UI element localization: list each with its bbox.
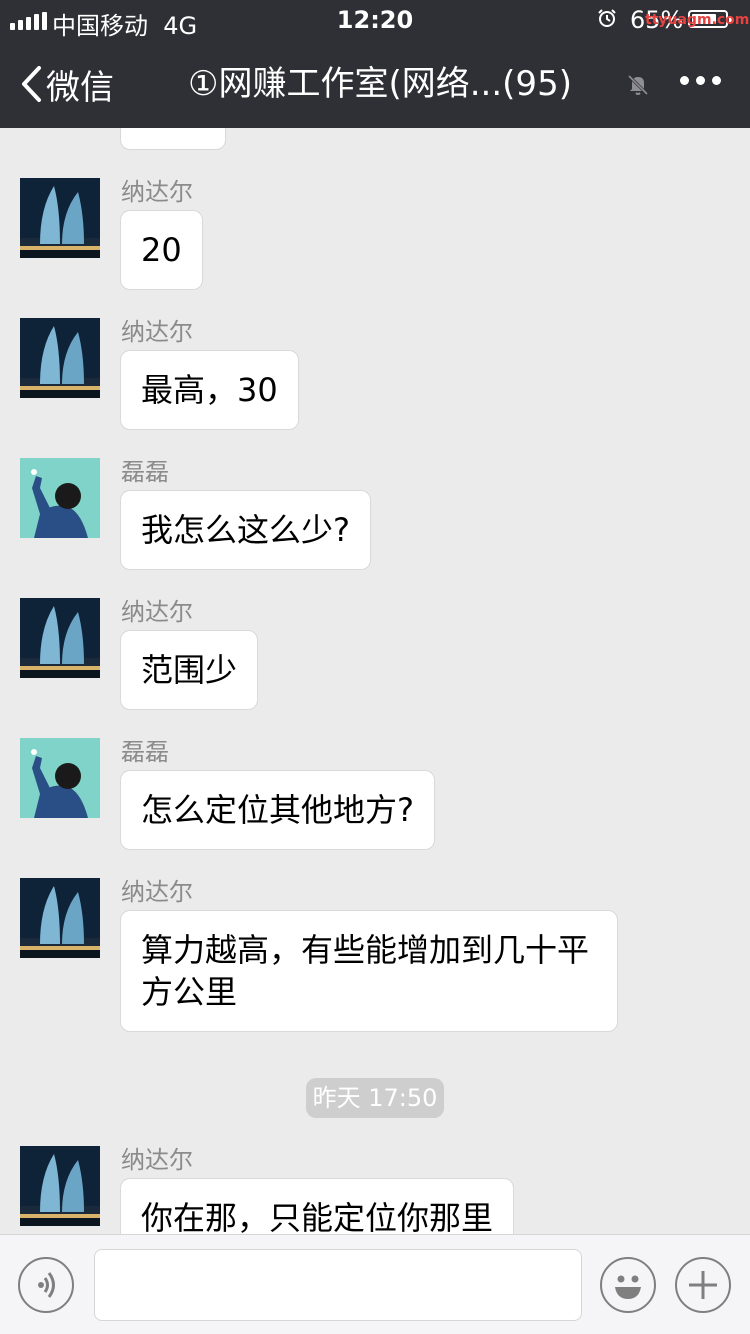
sender-name: 纳达尔 xyxy=(121,878,193,906)
watermark: ttyuagm.com xyxy=(645,12,750,28)
alarm-icon xyxy=(598,9,616,27)
sender-name: 纳达尔 xyxy=(121,318,193,346)
building-avatar[interactable] xyxy=(20,318,100,398)
message-bubble-partial xyxy=(120,128,226,150)
voice-icon xyxy=(38,1272,55,1298)
message-bubble[interactable]: 最高，30 xyxy=(120,350,299,430)
plus-button[interactable] xyxy=(675,1257,731,1313)
message-bubble[interactable]: 算力越高，有些能增加到几十平方公里 xyxy=(120,910,618,1032)
voice-button[interactable] xyxy=(18,1257,74,1313)
building-avatar[interactable] xyxy=(20,878,100,958)
back-button[interactable]: 微信 xyxy=(18,60,114,108)
nav-bar: 微信 ①网赚工作室(网络...(95) xyxy=(0,40,750,128)
building-avatar[interactable] xyxy=(20,1146,100,1226)
back-label: 微信 xyxy=(46,67,114,108)
emoji-icon xyxy=(615,1275,641,1299)
sender-name: 磊磊 xyxy=(121,738,169,766)
message-bubble[interactable]: 范围少 xyxy=(120,630,259,710)
sender-name: 磊磊 xyxy=(121,458,169,486)
emoji-button[interactable] xyxy=(600,1257,656,1313)
more-icon[interactable] xyxy=(680,76,721,85)
timestamp-pill: 昨天 17:50 xyxy=(306,1078,444,1118)
chevron-left-icon xyxy=(22,66,41,102)
mute-icon xyxy=(627,74,649,96)
message-bubble[interactable]: 20 xyxy=(120,210,203,290)
plus-icon xyxy=(689,1271,717,1299)
message-bubble[interactable]: 我怎么这么少? xyxy=(120,490,371,570)
person-avatar[interactable] xyxy=(20,738,100,818)
message-bubble[interactable]: 你在那，只能定位你那里 xyxy=(120,1178,515,1234)
building-avatar[interactable] xyxy=(20,178,100,258)
message-bubble[interactable]: 怎么定位其他地方? xyxy=(120,770,435,850)
person-avatar[interactable] xyxy=(20,458,100,538)
input-bar xyxy=(0,1234,750,1334)
sender-name: 纳达尔 xyxy=(121,1146,193,1174)
chat-area[interactable]: 纳达尔 20 纳达尔 最高，30 磊磊 我怎么这么少? 纳达尔 范围少 磊磊 怎… xyxy=(0,128,750,1234)
status-bar: 中国移动 4G 12:20 65% ttyuagm.com xyxy=(0,0,750,40)
sender-name: 纳达尔 xyxy=(121,178,193,206)
sender-name: 纳达尔 xyxy=(121,598,193,626)
building-avatar[interactable] xyxy=(20,598,100,678)
chat-title: ①网赚工作室(网络...(95) xyxy=(188,64,572,104)
top-header: 中国移动 4G 12:20 65% ttyuagm.com 微信 ①网赚工作室(… xyxy=(0,0,750,128)
message-input[interactable] xyxy=(94,1249,582,1321)
